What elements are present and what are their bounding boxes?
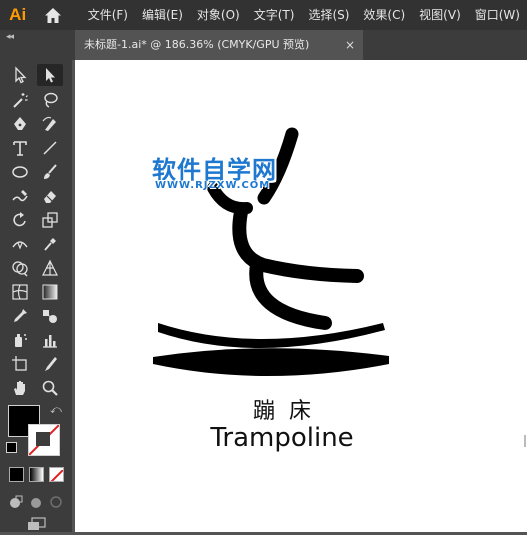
trampoline-bed-bottom bbox=[153, 348, 389, 376]
slice-icon[interactable] bbox=[37, 353, 63, 375]
menu-file[interactable]: 文件(F) bbox=[81, 0, 135, 30]
caption-english: Trampoline bbox=[210, 423, 354, 453]
blend-icon[interactable] bbox=[37, 305, 63, 327]
perspective-grid-icon[interactable] bbox=[37, 257, 63, 279]
ellipse-icon[interactable] bbox=[7, 161, 33, 183]
width-icon[interactable] bbox=[7, 233, 33, 255]
swap-fill-stroke-icon[interactable]: ⤺ bbox=[50, 403, 62, 417]
rotate-icon[interactable] bbox=[7, 209, 33, 231]
menu-select[interactable]: 选择(S) bbox=[301, 0, 356, 30]
caption-chinese: 蹦床 bbox=[252, 399, 325, 424]
column-graph-icon[interactable] bbox=[37, 329, 63, 351]
menu-window[interactable]: 窗口(W) bbox=[468, 0, 527, 30]
draw-behind-icon[interactable] bbox=[29, 494, 43, 508]
paintbrush-icon[interactable] bbox=[37, 161, 63, 183]
scale-icon[interactable] bbox=[37, 209, 63, 231]
puppet-warp-icon[interactable] bbox=[37, 233, 63, 255]
draw-inside-icon[interactable] bbox=[49, 494, 63, 508]
app-logo: Ai bbox=[9, 5, 27, 24]
shape-builder-icon[interactable] bbox=[7, 257, 33, 279]
hand-icon[interactable] bbox=[7, 377, 33, 399]
default-fill-stroke-icon[interactable] bbox=[6, 442, 17, 453]
pen-icon[interactable] bbox=[7, 113, 33, 135]
curvature-icon[interactable] bbox=[37, 113, 63, 135]
magic-wand-icon[interactable] bbox=[7, 89, 33, 111]
eyedropper-icon[interactable] bbox=[7, 305, 33, 327]
tools-panel: ⤺ bbox=[0, 60, 72, 532]
eraser-icon[interactable] bbox=[37, 185, 63, 207]
close-icon[interactable]: × bbox=[345, 30, 355, 60]
screen-mode-icon[interactable] bbox=[27, 516, 47, 530]
gradient-icon[interactable] bbox=[37, 281, 63, 303]
menu-bar: Ai 文件(F) 编辑(E) 对象(O) 文字(T) 选择(S) 效果(C) 视… bbox=[0, 0, 527, 30]
panel-collapse-icon[interactable]: ◂◂ bbox=[6, 32, 14, 42]
direct-selection-tool-icon[interactable] bbox=[37, 64, 63, 86]
watermark-url: WWW.RJZXW.COM bbox=[155, 180, 271, 191]
trampoline-bed-top bbox=[158, 323, 385, 349]
gradient-mode-button[interactable] bbox=[29, 467, 44, 482]
artboard-icon[interactable] bbox=[7, 353, 33, 375]
artboard-edge-mark bbox=[524, 435, 526, 447]
home-icon[interactable] bbox=[42, 4, 63, 26]
document-tab[interactable]: 未标题-1.ai* @ 186.36% (CMYK/GPU 预览) × bbox=[75, 30, 363, 60]
line-segment-icon[interactable] bbox=[37, 137, 63, 159]
menu-effect[interactable]: 效果(C) bbox=[356, 0, 412, 30]
selection-tool-icon[interactable] bbox=[7, 64, 33, 86]
menu-edit[interactable]: 编辑(E) bbox=[135, 0, 190, 30]
menu-items: 文件(F) 编辑(E) 对象(O) 文字(T) 选择(S) 效果(C) 视图(V… bbox=[81, 0, 527, 30]
type-icon[interactable] bbox=[7, 137, 33, 159]
mesh-icon[interactable] bbox=[7, 281, 33, 303]
menu-object[interactable]: 对象(O) bbox=[190, 0, 247, 30]
symbol-sprayer-icon[interactable] bbox=[7, 329, 33, 351]
none-mode-button[interactable] bbox=[49, 467, 64, 482]
shaper-icon[interactable] bbox=[7, 185, 33, 207]
color-mode-button[interactable] bbox=[9, 467, 24, 482]
document-tab-bar: ◂◂ 未标题-1.ai* @ 186.36% (CMYK/GPU 预览) × bbox=[0, 30, 527, 60]
trampoline-pictogram[interactable] bbox=[75, 60, 527, 390]
zoom-icon[interactable] bbox=[37, 377, 63, 399]
draw-normal-icon[interactable] bbox=[9, 494, 23, 508]
stroke-swatch-inner bbox=[36, 432, 50, 446]
artboard[interactable]: 软件自学网 WWW.RJZXW.COM 蹦床 Trampoline bbox=[75, 60, 527, 532]
watermark: 软件自学网 WWW.RJZXW.COM bbox=[152, 150, 302, 194]
menu-view[interactable]: 视图(V) bbox=[412, 0, 468, 30]
document-tab-title: 未标题-1.ai* @ 186.36% (CMYK/GPU 预览) bbox=[84, 38, 310, 51]
menu-type[interactable]: 文字(T) bbox=[247, 0, 302, 30]
lasso-icon[interactable] bbox=[37, 89, 63, 111]
